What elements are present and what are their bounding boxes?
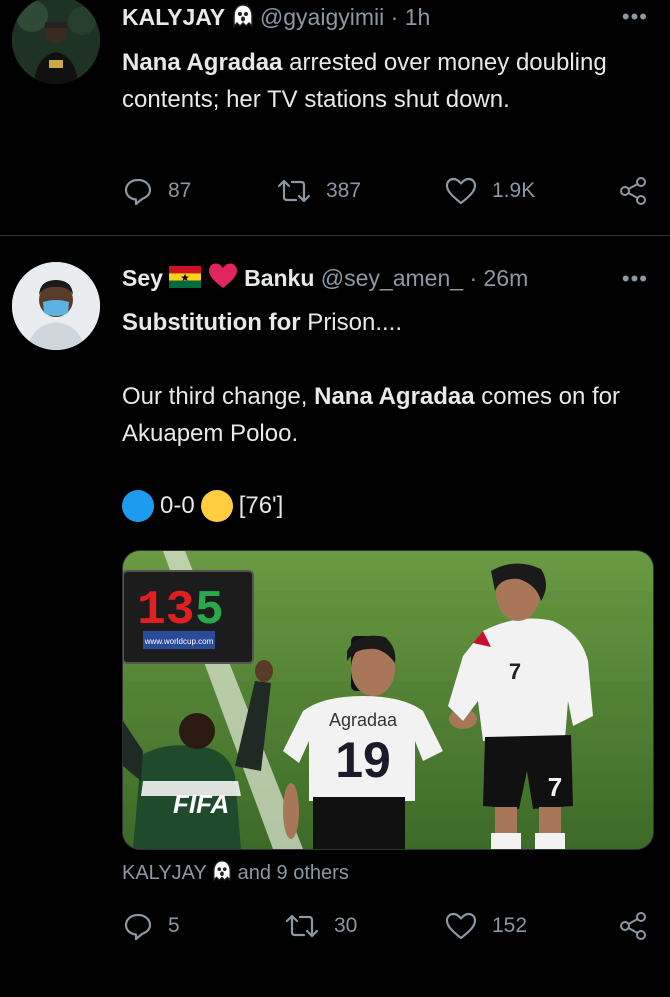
fifa-jacket-text: FIFA: [173, 789, 229, 819]
avatar[interactable]: [12, 0, 100, 84]
ghost-emoji-icon: [232, 4, 254, 34]
reply-button[interactable]: 87: [122, 175, 191, 207]
board-strip-text: www.worldcup.com: [144, 637, 214, 646]
tweet-text-pre: Our third change,: [122, 383, 315, 410]
tweet-actions: 5 30 152: [122, 910, 646, 950]
share-button[interactable]: [618, 175, 648, 207]
score-text: 0-0: [160, 492, 195, 519]
tweet-media-image[interactable]: 13 5 www.worldcup.com FIFA Agradaa 19 7 …: [122, 550, 654, 850]
timestamp[interactable]: 1h: [405, 4, 431, 30]
reply-icon: [124, 913, 152, 941]
tweet-line-1: Substitution for Prison....: [122, 304, 652, 341]
retweet-button[interactable]: 30: [284, 910, 357, 942]
retweet-count: 30: [334, 914, 358, 937]
yellow-circle-icon: [200, 490, 233, 522]
display-name[interactable]: KALYJAY: [122, 4, 225, 30]
reply-count: 87: [168, 179, 192, 202]
like-count: 1.9K: [492, 179, 536, 202]
match-minute: [76']: [238, 492, 284, 519]
handle[interactable]: @gyaigyimii: [260, 4, 384, 30]
tweet-2[interactable]: Sey Banku @sey_amen_ · 26m ••• Substitut…: [0, 237, 670, 997]
reply-icon: [124, 178, 152, 206]
reply-count: 5: [168, 914, 180, 937]
display-name-last[interactable]: Banku: [244, 265, 314, 291]
ghana-flag-icon: [169, 266, 202, 294]
share-icon: [620, 912, 646, 940]
red-heart-icon: [208, 262, 238, 296]
like-button[interactable]: 152: [444, 910, 527, 942]
tweet-header: KALYJAY @gyaigyimii · 1h: [122, 4, 430, 34]
handle[interactable]: @sey_amen_: [321, 265, 463, 291]
social-context[interactable]: KALYJAY and 9 others: [122, 860, 349, 888]
retweet-button[interactable]: 387: [276, 175, 361, 207]
separator-dot: ·: [469, 265, 478, 291]
tweet-divider: [0, 235, 670, 236]
board-green-digits: 5: [195, 584, 224, 638]
tweet-text-rest: Prison....: [300, 309, 403, 336]
blue-circle-icon: [122, 490, 154, 522]
substitution-board: 13 5 www.worldcup.com: [123, 570, 254, 664]
tweet-text: Nana Agradaa arrested over money doublin…: [122, 44, 642, 118]
retweet-icon: [285, 914, 319, 938]
tweet-text-bold: Nana Agradaa: [122, 49, 283, 76]
like-icon: [445, 177, 477, 205]
shorts-number-text: 7: [548, 772, 562, 802]
ghost-emoji-icon: [212, 860, 232, 888]
display-name-first[interactable]: Sey: [122, 265, 163, 291]
jersey-name-text: Agradaa: [329, 710, 398, 730]
jersey-number-text: 19: [335, 732, 391, 788]
shirt-number-text: 7: [509, 659, 521, 684]
separator-dot: ·: [390, 4, 399, 30]
board-red-digits: 13: [137, 584, 195, 638]
retweet-icon: [277, 179, 311, 203]
tweet-line-2: Our third change, Nana Agradaa comes on …: [122, 378, 652, 452]
like-button[interactable]: 1.9K: [444, 175, 535, 207]
substitution-photo: 13 5 www.worldcup.com FIFA Agradaa 19 7 …: [123, 551, 653, 849]
tweet-actions: 87 387 1.9K: [122, 175, 646, 215]
score-line: 0-0 [76']: [122, 490, 283, 522]
avatar[interactable]: [12, 262, 100, 350]
reply-button[interactable]: 5: [122, 910, 180, 942]
timestamp[interactable]: 26m: [484, 265, 529, 291]
more-icon[interactable]: •••: [622, 266, 648, 292]
avatar-photo: [12, 262, 100, 350]
tweet-header: Sey Banku @sey_amen_ · 26m: [122, 262, 528, 296]
tweet-text-bold: Substitution for: [122, 309, 301, 336]
like-icon: [445, 912, 477, 940]
social-rest: and 9 others: [237, 862, 349, 884]
share-button[interactable]: [618, 910, 648, 942]
like-count: 152: [492, 914, 528, 937]
social-name[interactable]: KALYJAY: [122, 862, 207, 884]
avatar-photo: [12, 0, 100, 84]
tweet-1[interactable]: KALYJAY @gyaigyimii · 1h ••• Nana Agrada…: [0, 0, 670, 236]
share-icon: [620, 177, 646, 205]
retweet-count: 387: [326, 179, 362, 202]
tweet-text: Substitution for Prison.... Our third ch…: [122, 304, 652, 452]
more-icon[interactable]: •••: [622, 4, 648, 30]
tweet-text-bold: Nana Agradaa: [314, 383, 475, 410]
